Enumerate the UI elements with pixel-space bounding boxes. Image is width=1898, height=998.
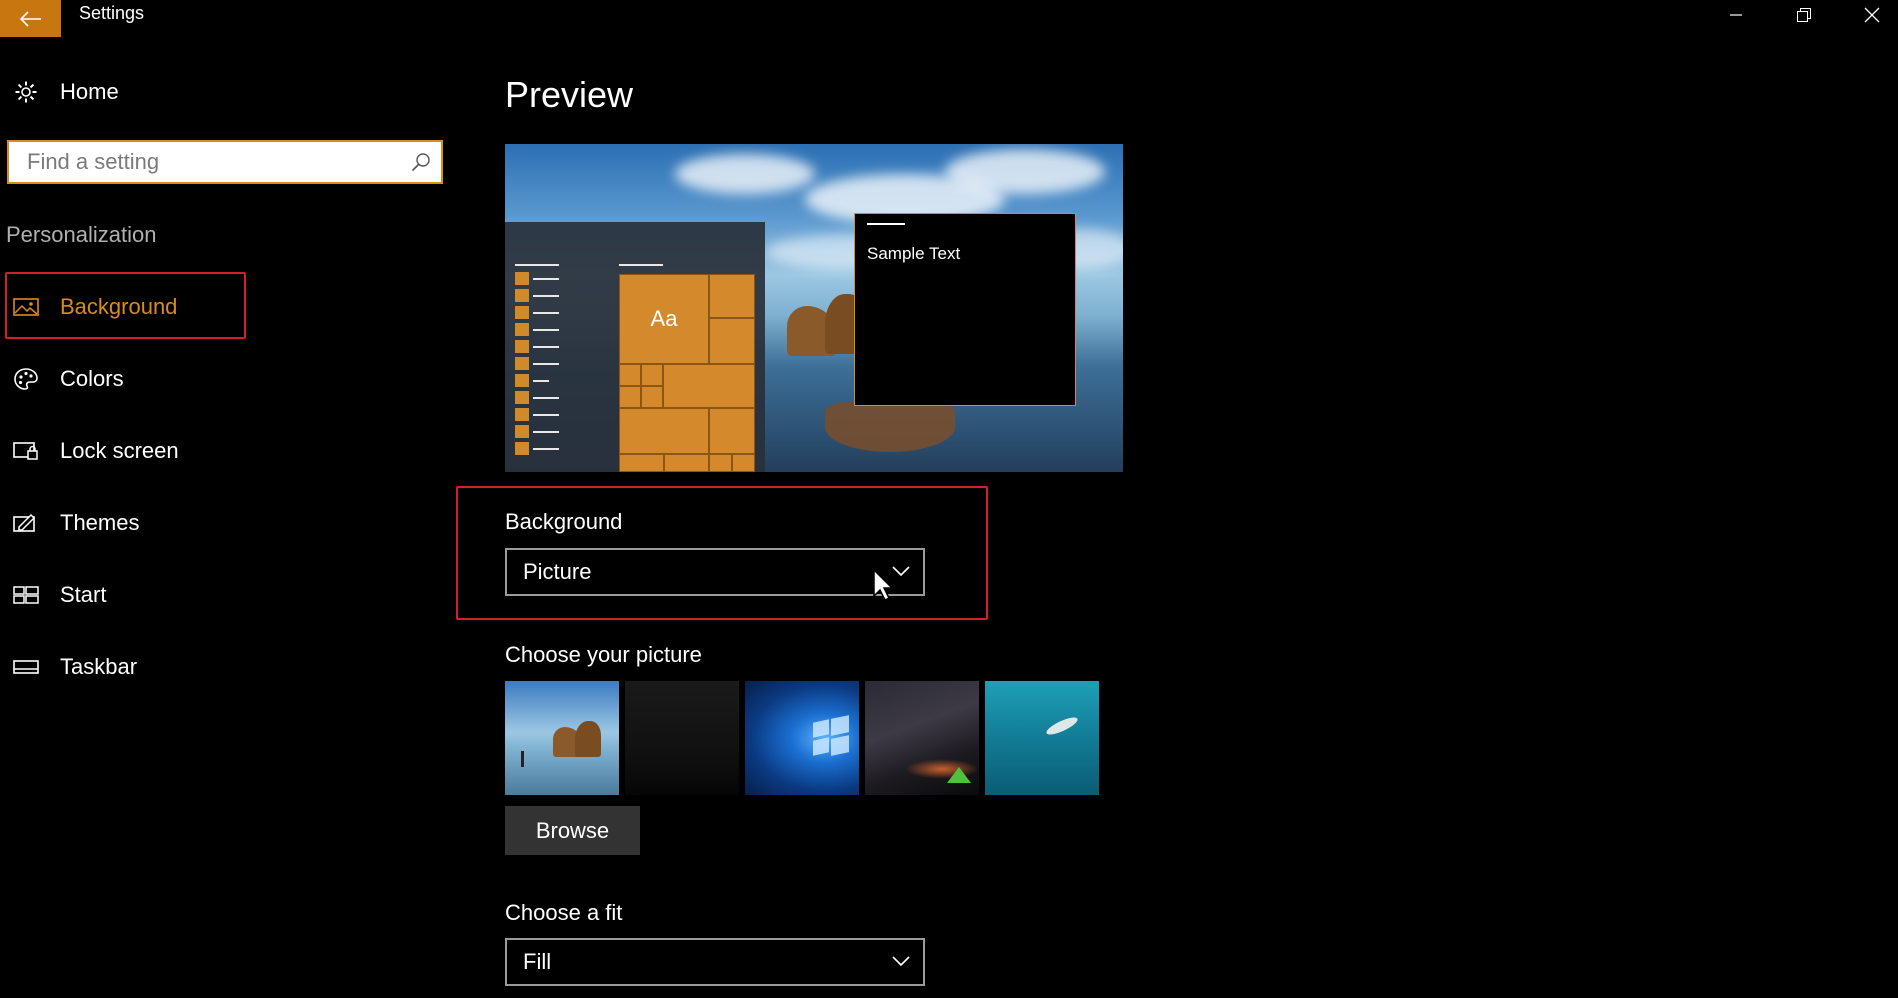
picture-icon <box>13 298 39 316</box>
sample-window-preview: Sample Text <box>854 213 1076 406</box>
title-bar: Settings <box>0 0 1898 38</box>
minimize-button[interactable] <box>1706 0 1766 30</box>
picture-thumbnail[interactable] <box>985 681 1099 795</box>
sidebar-item-background[interactable]: Background <box>0 281 250 333</box>
sidebar-item-taskbar[interactable]: Taskbar <box>0 641 250 693</box>
window-title: Settings <box>79 3 145 23</box>
start-menu-preview: Aa <box>505 222 765 472</box>
lock-screen-icon <box>13 442 38 460</box>
sidebar-item-label: Lock screen <box>60 438 179 463</box>
sidebar-item-themes[interactable]: Themes <box>0 497 250 549</box>
search-box[interactable] <box>7 140 443 184</box>
chevron-down-icon <box>892 956 910 967</box>
choose-picture-label: Choose your picture <box>505 642 702 667</box>
picture-thumbnail[interactable] <box>865 681 979 795</box>
page-title: Preview <box>505 74 634 115</box>
chevron-down-icon <box>892 566 910 577</box>
home-label: Home <box>60 79 119 104</box>
gear-icon <box>15 81 37 103</box>
sidebar-item-start[interactable]: Start <box>0 569 250 621</box>
picture-thumbnail[interactable] <box>745 681 859 795</box>
sidebar-item-label: Start <box>60 582 107 607</box>
sidebar-item-label: Background <box>60 294 178 319</box>
background-dropdown[interactable]: Picture <box>505 548 925 596</box>
sidebar-item-lock-screen[interactable]: Lock screen <box>0 425 250 477</box>
background-dropdown-value: Picture <box>523 559 592 584</box>
tile-text: Aa <box>650 306 678 331</box>
choose-fit-label: Choose a fit <box>505 900 623 925</box>
start-icon <box>13 586 39 604</box>
search-input[interactable] <box>25 148 409 176</box>
sidebar-item-label: Colors <box>60 366 124 391</box>
palette-icon <box>14 368 38 390</box>
restore-button[interactable] <box>1774 0 1834 30</box>
themes-icon <box>13 513 36 532</box>
close-button[interactable] <box>1842 0 1898 30</box>
picture-thumbnail[interactable] <box>625 681 739 795</box>
sidebar-item-colors[interactable]: Colors <box>0 353 250 405</box>
sample-text: Sample Text <box>867 244 961 263</box>
mouse-cursor-icon <box>873 568 894 602</box>
close-icon <box>1864 7 1880 23</box>
back-button[interactable] <box>0 0 61 37</box>
desktop-preview: Aa Sample Text <box>505 144 1123 472</box>
minimize-icon <box>1730 14 1742 16</box>
back-arrow-icon <box>19 10 41 27</box>
background-label: Background <box>505 509 623 534</box>
search-icon[interactable] <box>411 152 431 172</box>
restore-icon <box>1797 8 1811 22</box>
sidebar-item-label: Taskbar <box>60 654 138 679</box>
section-header: Personalization <box>6 222 157 247</box>
home-nav-item[interactable]: Home <box>0 66 250 118</box>
fit-dropdown-value: Fill <box>523 949 552 974</box>
fit-dropdown[interactable]: Fill <box>505 938 925 986</box>
picture-thumbnail[interactable] <box>505 681 619 795</box>
taskbar-icon <box>13 660 39 674</box>
browse-button[interactable]: Browse <box>505 806 640 855</box>
sidebar-item-label: Themes <box>60 510 140 535</box>
